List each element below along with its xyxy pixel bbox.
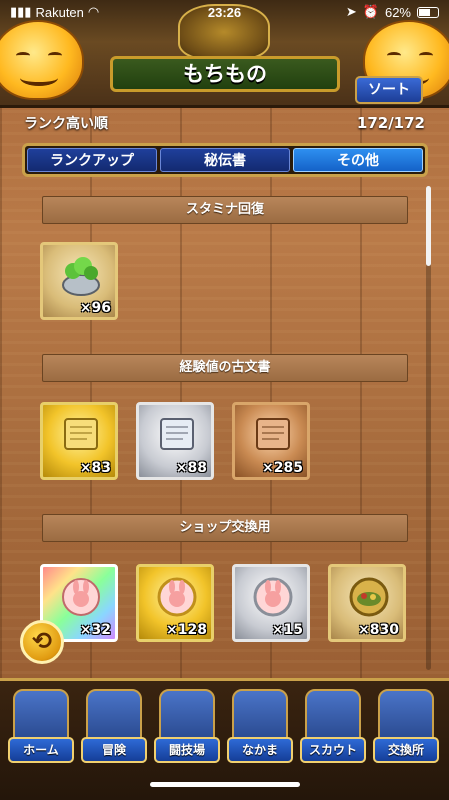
scrollbar[interactable] [426, 186, 431, 670]
herb-bag-icon [62, 257, 100, 296]
nav-label: なかま [227, 737, 293, 763]
sort-order-label: ランク高い順 [24, 116, 108, 132]
item-quantity: ×88 [175, 460, 207, 476]
silver-scroll-icon [160, 418, 194, 450]
item-slot[interactable]: ×830 [328, 564, 406, 642]
page-title: もちもの [110, 56, 340, 92]
gold-medal-icon [157, 577, 197, 617]
item-quantity: ×128 [166, 622, 207, 638]
section-header-shop-exchange: ショップ交換用 [42, 514, 408, 542]
food-medal-icon [349, 577, 389, 617]
item-quantity: ×285 [262, 460, 303, 476]
item-quantity: ×83 [79, 460, 111, 476]
nav-exchange[interactable]: 交換所 [373, 689, 439, 767]
tent-icon [13, 689, 69, 741]
item-slot[interactable]: ×96 [40, 242, 118, 320]
item-quantity: ×15 [271, 622, 303, 638]
nav-label: ホーム [8, 737, 74, 763]
scrollbar-thumb[interactable] [426, 186, 431, 266]
silver-medal-icon [253, 577, 293, 617]
item-slot[interactable]: ×88 [136, 402, 214, 480]
nav-label: 闘技場 [154, 737, 220, 763]
nav-label: 冒険 [81, 737, 147, 763]
return-arrow-icon: ⟲ [31, 627, 53, 655]
sort-button[interactable]: ソート [355, 76, 423, 104]
status-bar: ▮▮▮ Rakuten ◠ 23:26 ➤ ⏰ 62% [0, 0, 449, 24]
battery-icon [417, 6, 439, 18]
nav-scout[interactable]: スカウト [300, 689, 366, 767]
category-tabs: ランクアップ 秘伝書 その他 [22, 143, 428, 177]
item-slot[interactable]: ×285 [232, 402, 310, 480]
tab-rank-up[interactable]: ランクアップ [27, 148, 157, 172]
monster-icon [232, 689, 288, 741]
clock: 23:26 [207, 4, 242, 20]
rainbow-medal-icon [62, 578, 100, 616]
nav-label: 交換所 [373, 737, 439, 763]
section-header-stamina: スタミナ回復 [42, 196, 408, 224]
item-slot[interactable]: ×83 [40, 402, 118, 480]
carriage-icon [86, 689, 142, 741]
nav-arena[interactable]: 闘技場 [154, 689, 220, 767]
home-indicator[interactable] [150, 782, 300, 787]
portal-icon [305, 689, 361, 741]
nav-home[interactable]: ホーム [8, 689, 74, 767]
slime-icon [0, 20, 84, 100]
tab-secret-book[interactable]: 秘伝書 [160, 148, 290, 172]
section-header-exp-scroll: 経験値の古文書 [42, 354, 408, 382]
gold-scroll-icon [64, 418, 98, 450]
item-quantity: ×32 [79, 622, 111, 638]
back-button[interactable]: ⟲ [20, 620, 64, 664]
nav-adventure[interactable]: 冒険 [81, 689, 147, 767]
nav-party[interactable]: なかま [227, 689, 293, 767]
bronze-scroll-icon [256, 418, 290, 450]
nav-label: スカウト [300, 737, 366, 763]
item-quantity: ×96 [79, 300, 111, 316]
tab-other[interactable]: その他 [293, 148, 423, 172]
merchant-icon [378, 689, 434, 741]
list-info-bar: ランク高い順 172/172 [0, 108, 449, 138]
item-slot[interactable]: ×128 [136, 564, 214, 642]
item-count: 172/172 [356, 114, 425, 132]
item-slot[interactable]: ×15 [232, 564, 310, 642]
game-screen: もちもの ソート ▮▮▮ Rakuten ◠ 23:26 ➤ ⏰ 62% ランク… [0, 0, 449, 800]
item-quantity: ×830 [358, 622, 399, 638]
arena-icon [159, 689, 215, 741]
